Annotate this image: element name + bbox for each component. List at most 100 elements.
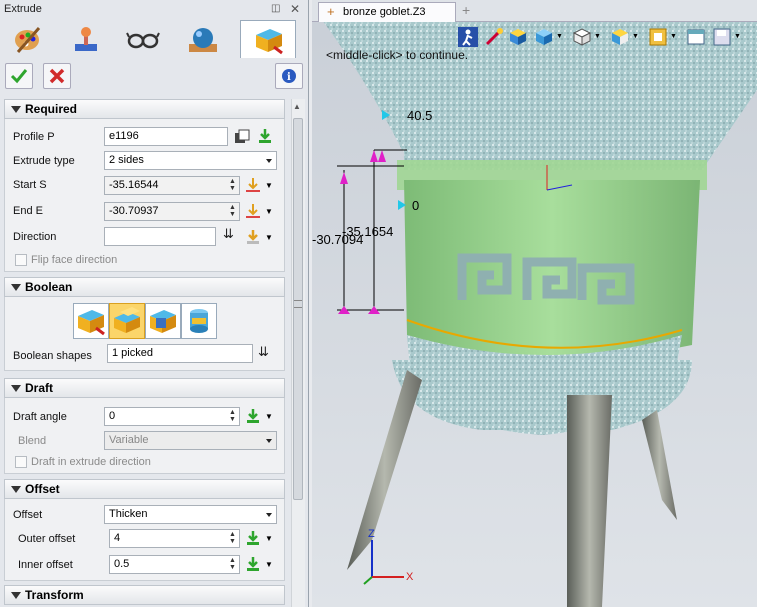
palette-tool-icon[interactable] xyxy=(4,20,50,58)
outer-download-icon[interactable] xyxy=(245,530,261,546)
download-arrow-icon[interactable] xyxy=(257,128,273,144)
section-boolean[interactable]: Boolean xyxy=(4,277,285,297)
start-handle-icon[interactable] xyxy=(245,177,261,193)
start-spinner[interactable]: ▲ ▼ xyxy=(228,178,237,193)
outer-offset-spinner[interactable]: ▲ ▼ xyxy=(228,531,237,546)
outer-offset-field[interactable]: 4 ▲ ▼ xyxy=(109,529,240,548)
section-offset-label: Offset xyxy=(25,482,60,496)
new-tab-icon[interactable]: + xyxy=(462,2,470,18)
end-options-icon[interactable]: ▼ xyxy=(265,207,273,216)
tab-doc-icon: + xyxy=(327,4,335,19)
save-view-icon[interactable] xyxy=(712,27,732,47)
start-options-icon[interactable]: ▼ xyxy=(265,181,273,190)
tab-title: bronze goblet.Z3 xyxy=(343,6,426,18)
panel-scroll-thumb[interactable] xyxy=(293,118,303,500)
boolean-intersect-icon[interactable] xyxy=(181,303,217,339)
wand-icon[interactable] xyxy=(484,27,504,47)
joystick-tool-icon[interactable] xyxy=(62,20,108,58)
dim-label-end: -30.7094 xyxy=(312,232,364,247)
boolean-add-icon[interactable] xyxy=(109,303,145,339)
goblet-model xyxy=(322,0,757,607)
double-chevron-down-icon[interactable]: ⇊ xyxy=(223,226,234,242)
exit-icon[interactable] xyxy=(458,27,478,47)
boolean-shapes-label: Boolean shapes xyxy=(13,350,92,362)
box-select-icon[interactable] xyxy=(648,27,668,47)
status-hint: <middle-click> to continue. xyxy=(326,48,469,62)
outer-offset-value: 4 xyxy=(114,532,121,544)
outer-offset-label: Outer offset xyxy=(18,533,76,545)
end-value: -30.70937 xyxy=(109,205,159,217)
inner-offset-label: Inner offset xyxy=(18,559,73,571)
close-panel-icon[interactable]: ✕ xyxy=(290,2,300,16)
start-field[interactable]: -35.16544 ▲ ▼ xyxy=(104,176,240,195)
view-cube-options-icon[interactable]: ▼ xyxy=(632,33,639,40)
extrude-type-select[interactable]: 2 sides xyxy=(104,151,277,170)
boolean-double-chevron-icon[interactable]: ⇊ xyxy=(258,344,269,360)
draft-download-icon[interactable] xyxy=(245,408,261,424)
end-handle-icon[interactable] xyxy=(245,203,261,219)
section-draft[interactable]: Draft xyxy=(4,378,285,398)
section-offset[interactable]: Offset xyxy=(4,479,285,499)
section-required-label: Required xyxy=(25,102,78,116)
axis-z-label: Z xyxy=(368,528,375,540)
profile-field[interactable]: e1196 xyxy=(104,127,228,146)
box-select-options-icon[interactable]: ▼ xyxy=(670,33,677,40)
draft-angle-spinner[interactable]: ▲ ▼ xyxy=(228,409,237,424)
blend-select[interactable]: Variable xyxy=(104,431,277,450)
section-transform[interactable]: Transform xyxy=(4,585,285,605)
white-cube-icon[interactable] xyxy=(572,27,592,47)
inner-offset-spinner[interactable]: ▲ ▼ xyxy=(228,557,237,572)
start-label: Start S xyxy=(13,179,47,191)
window-icon[interactable] xyxy=(686,27,706,47)
direction-label: Direction xyxy=(13,231,57,243)
draft-extrude-dir-checkbox[interactable] xyxy=(15,456,27,468)
direction-arrow-icon[interactable] xyxy=(245,229,261,245)
dim-label-zero: 0 xyxy=(412,198,420,213)
draft-angle-field[interactable]: 0 ▲ ▼ xyxy=(104,407,240,426)
start-value: -35.16544 xyxy=(109,179,159,191)
end-spinner[interactable]: ▲ ▼ xyxy=(228,204,237,219)
pin-icon[interactable]: ◫ xyxy=(271,3,280,14)
cancel-button[interactable] xyxy=(43,63,71,89)
section-boolean-label: Boolean xyxy=(25,280,73,294)
glasses-tool-icon[interactable] xyxy=(120,20,166,58)
draft-options-icon[interactable]: ▼ xyxy=(265,412,273,421)
scroll-grip-icon xyxy=(294,300,302,308)
extrude-panel: Extrude ◫ ✕ i Required Profile P e1196 E… xyxy=(0,0,309,607)
extrude-tool-icon[interactable] xyxy=(240,20,296,58)
ok-button[interactable] xyxy=(5,63,33,89)
flip-face-checkbox[interactable] xyxy=(15,254,27,266)
view-cube-icon[interactable] xyxy=(610,27,630,47)
info-button[interactable]: i xyxy=(275,63,303,89)
viewport-3d[interactable]: 40.5 0 -35.1654 -30.7094 Z X xyxy=(312,0,757,607)
boolean-shapes-field[interactable]: 1 picked xyxy=(107,344,253,363)
shaded-cube-icon[interactable] xyxy=(508,27,528,47)
end-field[interactable]: -30.70937 ▲ ▼ xyxy=(104,202,240,221)
draft-body: Draft angle 0 ▲ ▼ ▼ Blend Variable Draft i… xyxy=(4,398,285,474)
pick-object-icon[interactable] xyxy=(234,129,250,145)
white-cube-options-icon[interactable]: ▼ xyxy=(594,33,601,40)
tab-bronze-goblet[interactable]: + bronze goblet.Z3 xyxy=(318,2,456,22)
extrude-type-label: Extrude type xyxy=(13,155,75,167)
panel-title: Extrude xyxy=(4,3,42,15)
blue-cube-options-icon[interactable]: ▼ xyxy=(556,33,563,40)
direction-field[interactable] xyxy=(104,227,216,246)
section-required[interactable]: Required xyxy=(4,99,285,119)
inner-download-icon[interactable] xyxy=(245,556,261,572)
draft-extrude-dir-label: Draft in extrude direction xyxy=(31,456,151,468)
section-draft-label: Draft xyxy=(25,381,54,395)
inner-offset-field[interactable]: 0.5 ▲ ▼ xyxy=(109,555,240,574)
offset-body: Offset Thicken Outer offset 4 ▲ ▼ ▼ Inner … xyxy=(4,499,285,581)
sphere-tool-icon[interactable] xyxy=(180,20,226,58)
save-view-options-icon[interactable]: ▼ xyxy=(734,33,741,40)
direction-options-icon[interactable]: ▼ xyxy=(265,233,273,242)
axis-x-label: X xyxy=(406,571,414,583)
outer-options-icon[interactable]: ▼ xyxy=(265,534,273,543)
offset-select[interactable]: Thicken xyxy=(104,505,277,524)
blue-cube-icon[interactable] xyxy=(534,27,554,47)
boolean-remove-icon[interactable] xyxy=(145,303,181,339)
scroll-up-icon[interactable]: ▲ xyxy=(293,102,301,111)
boolean-base-icon[interactable] xyxy=(73,303,109,339)
inner-options-icon[interactable]: ▼ xyxy=(265,560,273,569)
blend-label: Blend xyxy=(18,435,47,447)
